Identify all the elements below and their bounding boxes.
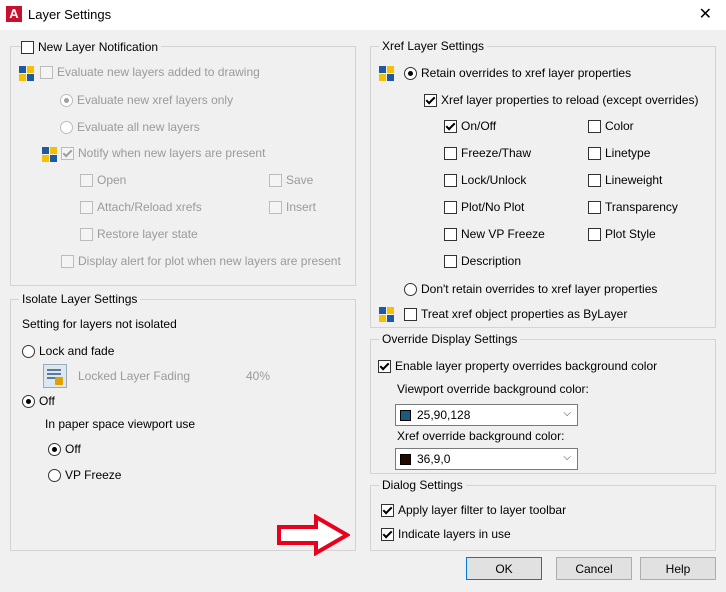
red-arrow-annotation: [277, 514, 350, 556]
chevron-down-icon: ⌵: [563, 452, 571, 463]
fading-icon: [43, 364, 67, 388]
treat-xref-icon: [379, 307, 395, 323]
evaluate-all-new-radio[interactable]: Evaluate all new layers: [60, 119, 200, 135]
close-icon[interactable]: ✕: [699, 4, 712, 24]
prop-lock-unlock-checkbox[interactable]: Lock/Unlock: [444, 172, 526, 188]
prop-onoff-checkbox[interactable]: On/Off: [444, 118, 496, 134]
xref-color-swatch: [400, 453, 411, 465]
open-checkbox[interactable]: Open: [80, 172, 126, 188]
paper-space-label: In paper space viewport use: [45, 417, 196, 431]
restore-layer-state-checkbox[interactable]: Restore layer state: [80, 226, 198, 242]
treat-bylayer-checkbox[interactable]: Treat xref object properties as ByLayer: [404, 306, 627, 322]
indicate-layers-in-use-checkbox[interactable]: Indicate layers in use: [381, 526, 511, 542]
window-title: Layer Settings: [28, 7, 112, 22]
ok-button[interactable]: OK: [466, 557, 542, 580]
new-layer-group: New Layer Notification: [10, 39, 356, 286]
vp-freeze-radio[interactable]: VP Freeze: [48, 467, 121, 483]
isolate-off-radio[interactable]: Off: [22, 393, 55, 409]
layer-notify-icon: [19, 66, 35, 82]
new-layer-notification-checkbox[interactable]: New Layer Notification: [21, 39, 162, 55]
prop-freeze-thaw-checkbox[interactable]: Freeze/Thaw: [444, 145, 531, 161]
viewport-color-value: 25,90,128: [417, 408, 471, 422]
checkbox-label: New Layer Notification: [38, 40, 159, 54]
plot-alert-checkbox[interactable]: Display alert for plot when new layers a…: [61, 253, 341, 269]
cancel-button[interactable]: Cancel: [556, 557, 632, 580]
layer-notify-present-icon: [42, 147, 58, 163]
prop-lineweight-checkbox[interactable]: Lineweight: [588, 172, 662, 188]
insert-checkbox[interactable]: Insert: [269, 199, 316, 215]
help-button[interactable]: Help: [640, 557, 716, 580]
viewport-color-label: Viewport override background color:: [397, 382, 589, 396]
xref-color-value: 36,9,0: [417, 452, 451, 466]
group-title: Xref Layer Settings: [379, 39, 488, 53]
enable-override-bg-checkbox[interactable]: Enable layer property overrides backgrou…: [378, 358, 657, 374]
retain-overrides-radio[interactable]: Retain overrides to xref layer propertie…: [404, 65, 631, 81]
dont-retain-overrides-radio[interactable]: Don't retain overrides to xref layer pro…: [404, 281, 657, 297]
prop-plot-style-checkbox[interactable]: Plot Style: [588, 226, 656, 242]
isolate-subtitle: Setting for layers not isolated: [22, 317, 177, 331]
prop-transparency-checkbox[interactable]: Transparency: [588, 199, 678, 215]
prop-color-checkbox[interactable]: Color: [588, 118, 634, 134]
notify-new-layers-checkbox[interactable]: Notify when new layers are present: [61, 145, 265, 161]
save-checkbox[interactable]: Save: [269, 172, 313, 188]
group-title: Dialog Settings: [379, 478, 466, 492]
evaluate-xref-only-radio[interactable]: Evaluate new xref layers only: [60, 92, 233, 108]
xref-color-select[interactable]: 36,9,0 ⌵: [395, 448, 578, 470]
prop-linetype-checkbox[interactable]: Linetype: [588, 145, 650, 161]
lock-and-fade-radio[interactable]: Lock and fade: [22, 343, 114, 359]
locked-layer-fading-label: Locked Layer Fading: [78, 369, 191, 383]
apply-layer-filter-checkbox[interactable]: Apply layer filter to layer toolbar: [381, 502, 566, 518]
xref-layer-icon: [379, 66, 395, 82]
paper-off-radio[interactable]: Off: [48, 441, 81, 457]
evaluate-new-layers-checkbox[interactable]: Evaluate new layers added to drawing: [40, 64, 260, 80]
group-title: Override Display Settings: [379, 332, 521, 346]
attach-reload-checkbox[interactable]: Attach/Reload xrefs: [80, 199, 202, 215]
viewport-color-swatch: [400, 409, 411, 421]
locked-layer-fading-value: 40%: [246, 369, 271, 383]
xref-color-label: Xref override background color:: [397, 429, 565, 443]
xref-reload-checkbox[interactable]: Xref layer properties to reload (except …: [424, 92, 698, 108]
prop-description-checkbox[interactable]: Description: [444, 253, 521, 269]
prop-new-vp-freeze-checkbox[interactable]: New VP Freeze: [444, 226, 545, 242]
group-title: Isolate Layer Settings: [19, 292, 141, 306]
title-bar: A Layer Settings ✕: [0, 0, 726, 30]
prop-plot-noplot-checkbox[interactable]: Plot/No Plot: [444, 199, 524, 215]
chevron-down-icon: ⌵: [563, 408, 571, 419]
viewport-color-select[interactable]: 25,90,128 ⌵: [395, 404, 578, 426]
autocad-app-icon: A: [6, 6, 22, 22]
checkbox-box[interactable]: [21, 40, 34, 54]
